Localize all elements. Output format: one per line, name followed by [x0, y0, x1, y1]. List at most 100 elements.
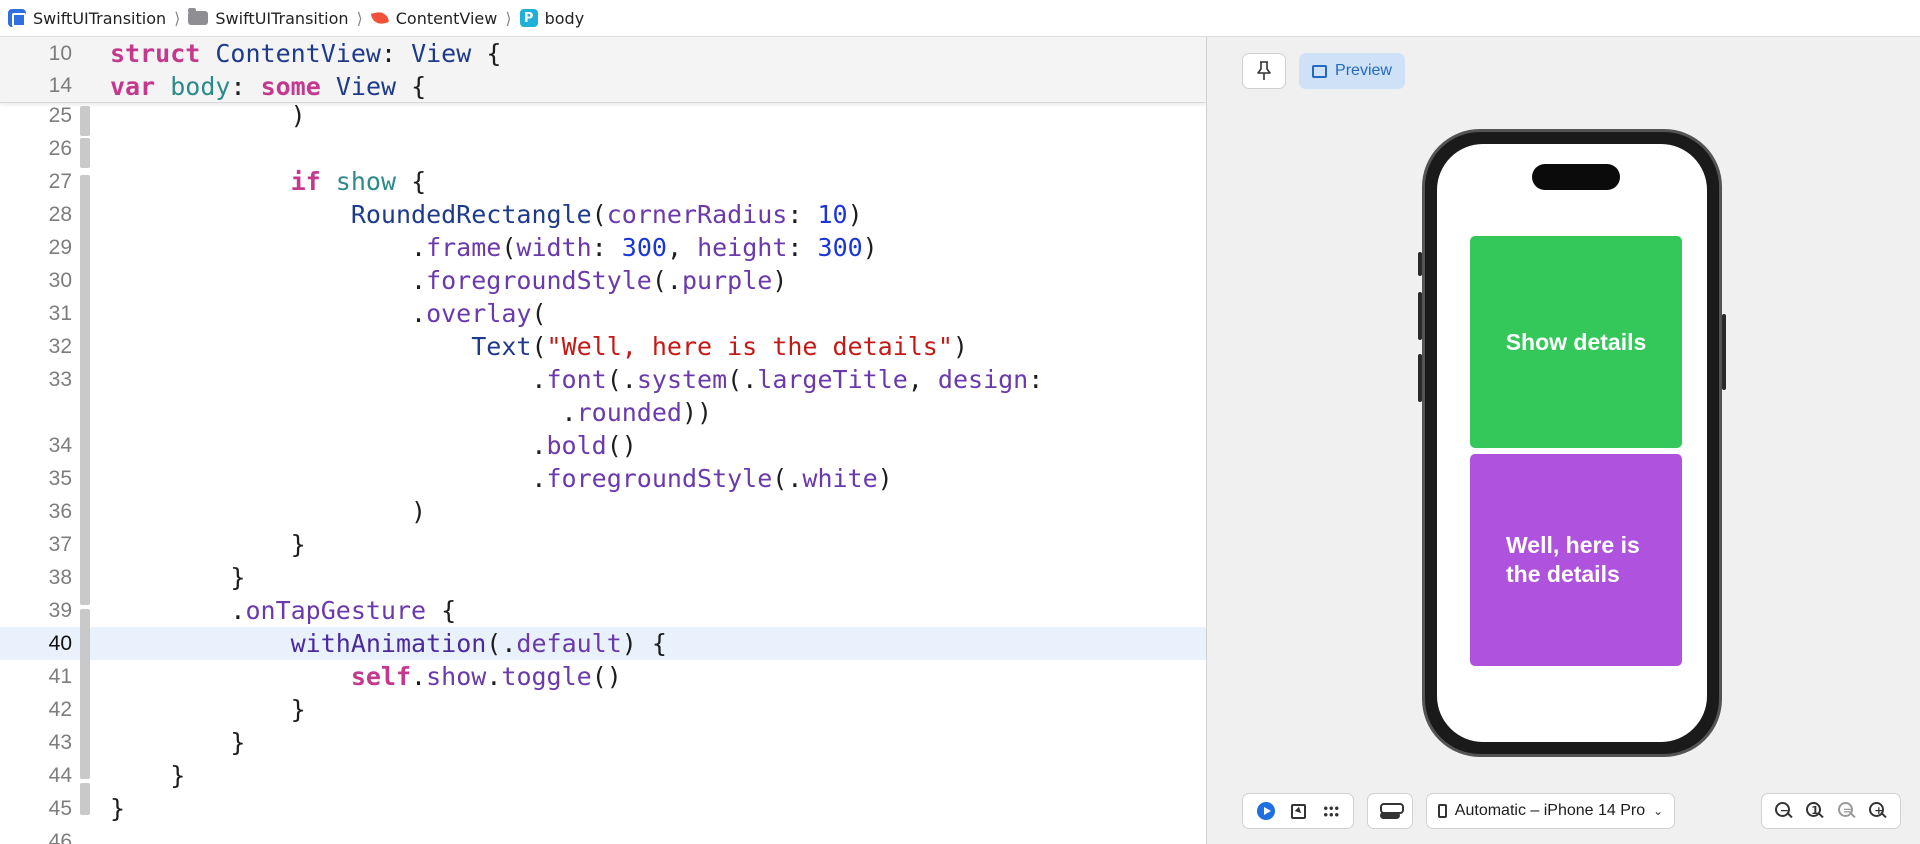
code-text: .overlay(	[110, 299, 547, 328]
pin-preview-button[interactable]	[1242, 53, 1286, 89]
device-label: Automatic – iPhone 14 Pro	[1454, 802, 1646, 819]
breadcrumb-item-folder[interactable]: SwiftUITransition	[188, 8, 349, 28]
code-text: }	[170, 761, 186, 790]
selectable-mode-icon[interactable]	[1291, 803, 1307, 819]
device-frame: Show details Well, here is the details	[1418, 129, 1726, 757]
folder-icon	[188, 8, 209, 25]
line-number: 28	[48, 202, 72, 226]
app-icon	[8, 9, 26, 27]
code-line[interactable]: 43 }	[0, 726, 1206, 759]
line-number: 42	[48, 697, 72, 721]
line-number: 43	[48, 730, 72, 754]
variants-grid-icon[interactable]	[1322, 804, 1339, 818]
code-line[interactable]: .rounded))	[0, 396, 1206, 429]
line-number: 10	[48, 41, 72, 65]
line-number: 38	[48, 565, 72, 589]
device-side-button	[1418, 252, 1422, 276]
breadcrumb-label: ContentView	[395, 8, 498, 28]
breadcrumb-separator: ⟩	[174, 8, 181, 28]
code-text: }	[290, 530, 306, 559]
code-text: withAnimation(.default) {	[290, 629, 667, 658]
show-details-card[interactable]: Show details	[1470, 236, 1682, 448]
code-line[interactable]: 29 .frame(width: 300, height: 300)	[0, 231, 1206, 264]
code-line[interactable]: 45}	[0, 792, 1206, 825]
sticky-scope-body[interactable]: 14 var body: some View {	[0, 70, 1206, 103]
breadcrumb-item-symbol[interactable]: P body	[519, 8, 585, 28]
device-settings-icon	[1380, 803, 1404, 819]
code-line[interactable]: 26	[0, 132, 1206, 165]
preview-label: Preview	[1335, 62, 1392, 79]
code-text: )	[411, 497, 427, 526]
details-card[interactable]: Well, here is the details	[1470, 454, 1682, 666]
code-line[interactable]: 30 .foregroundStyle(.purple)	[0, 264, 1206, 297]
breadcrumb-item-file[interactable]: ContentView	[371, 9, 498, 28]
breadcrumb-separator: ⟩	[505, 8, 512, 28]
breadcrumb-label: SwiftUITransition	[33, 8, 167, 28]
code-text: self.show.toggle()	[350, 662, 622, 691]
code-line[interactable]: 46	[0, 825, 1206, 844]
preview-mode-controls	[1242, 793, 1354, 829]
code-text: .rounded))	[110, 398, 713, 427]
fold-ribbon[interactable]	[80, 783, 90, 815]
code-text: .foregroundStyle(.white)	[110, 464, 893, 493]
breadcrumb-separator: ⟩	[356, 8, 363, 28]
code-line[interactable]: 31 .overlay(	[0, 297, 1206, 330]
code-text: .onTapGesture {	[110, 596, 457, 625]
fold-ribbon[interactable]	[80, 138, 90, 168]
device-side-button	[1418, 292, 1422, 340]
preview-mode-button[interactable]: Preview	[1299, 53, 1405, 89]
line-number: 27	[48, 169, 72, 193]
zoom-in-icon[interactable]: +	[1869, 802, 1887, 820]
code-line[interactable]: 44 }	[0, 759, 1206, 792]
code-line[interactable]: 34 .bold()	[0, 429, 1206, 462]
line-number: 44	[48, 763, 72, 787]
line-number: 29	[48, 235, 72, 259]
code-line[interactable]: 27 if show {	[0, 165, 1206, 198]
swift-file-icon	[371, 9, 389, 27]
chevron-down-icon: ⌄	[1653, 804, 1664, 818]
code-line[interactable]: 35 .foregroundStyle(.white)	[0, 462, 1206, 495]
sticky-scope-struct[interactable]: 10 struct ContentView: View {	[0, 37, 1206, 70]
code-line[interactable]: 42 }	[0, 693, 1206, 726]
code-text: struct ContentView: View {	[110, 39, 502, 68]
breadcrumb-label: body	[544, 8, 585, 28]
breadcrumb-item-project[interactable]: SwiftUITransition	[8, 9, 166, 28]
code-line[interactable]: 28 RoundedRectangle(cornerRadius: 10)	[0, 198, 1206, 231]
code-text: )	[290, 101, 306, 130]
code-line[interactable]: 38 }	[0, 561, 1206, 594]
fold-ribbon[interactable]	[80, 609, 90, 779]
card-label: Show details	[1505, 328, 1647, 355]
pin-icon	[1257, 61, 1271, 80]
device-settings-button[interactable]	[1367, 793, 1413, 829]
card-label: Well, here is the details	[1506, 532, 1640, 587]
fold-ribbon[interactable]	[80, 175, 90, 605]
live-preview-icon[interactable]	[1257, 802, 1276, 820]
code-line[interactable]: 36 )	[0, 495, 1206, 528]
zoom-fit-icon[interactable]: =	[1837, 802, 1856, 820]
device-side-button	[1722, 314, 1726, 390]
line-number: 25	[48, 103, 72, 127]
line-number: 34	[48, 433, 72, 457]
dynamic-island	[1532, 164, 1620, 190]
fold-ribbon[interactable]	[80, 106, 90, 136]
code-text: .font(.system(.largeTitle, design:	[110, 365, 1044, 394]
code-line[interactable]: 37 }	[0, 528, 1206, 561]
zoom-out-icon[interactable]: −	[1774, 802, 1793, 820]
code-text: .frame(width: 300, height: 300)	[110, 233, 878, 262]
code-text: var body: some View {	[110, 71, 427, 101]
code-line[interactable]: 33 .font(.system(.largeTitle, design:	[0, 363, 1206, 396]
code-editor[interactable]: 25 ) 26 27 if show {28 RoundedRectangle(co…	[0, 37, 1206, 844]
zoom-controls: − 1 = +	[1761, 793, 1901, 829]
code-line[interactable]: 41 self.show.toggle()	[0, 660, 1206, 693]
code-line[interactable]: 32 Text("Well, here is the details")	[0, 330, 1206, 363]
zoom-100-icon[interactable]: 1	[1806, 802, 1824, 820]
line-number: 45	[48, 796, 72, 820]
device-picker[interactable]: Automatic – iPhone 14 Pro ⌄	[1426, 793, 1675, 829]
line-number: 26	[48, 136, 72, 160]
code-line[interactable]: 25 )	[0, 99, 1206, 132]
line-number: 36	[48, 499, 72, 523]
code-line[interactable]: 39 .onTapGesture {	[0, 594, 1206, 627]
code-line-active[interactable]: 40 withAnimation(.default) {	[0, 627, 1206, 660]
preview-canvas: Preview Show details Well, here is the d…	[1207, 37, 1920, 844]
line-number: 37	[48, 532, 72, 556]
